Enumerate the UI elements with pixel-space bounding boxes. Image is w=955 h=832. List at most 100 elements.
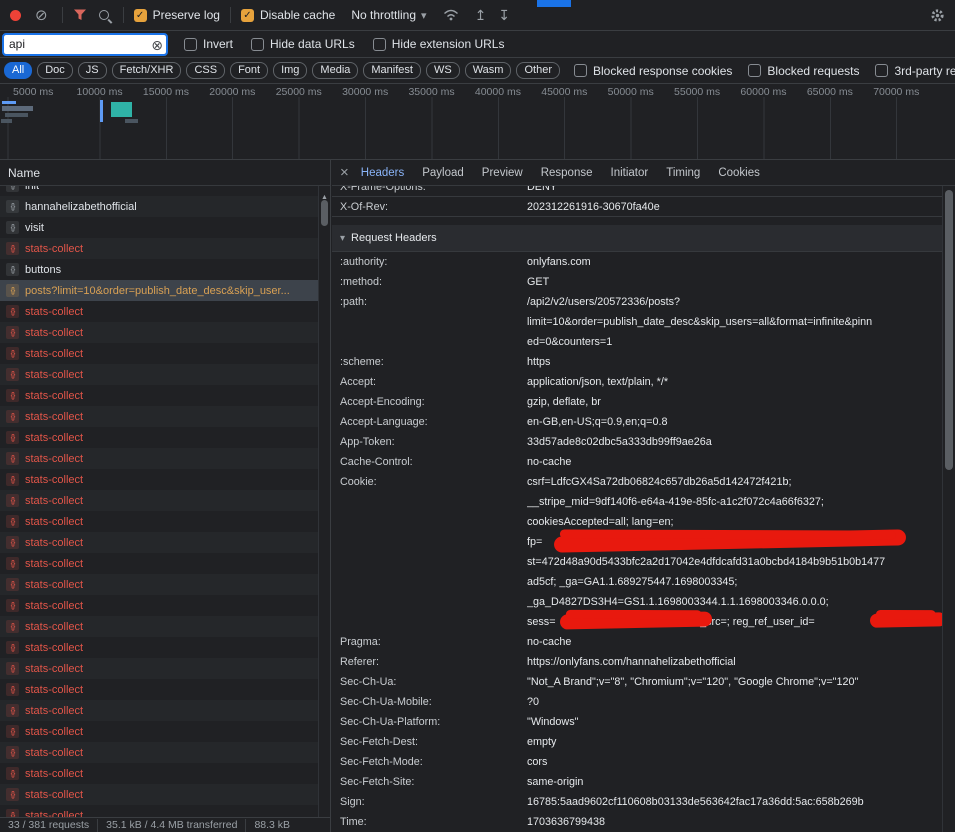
network-filter-input[interactable] (4, 35, 166, 54)
details-tab[interactable]: Initiator (611, 167, 649, 179)
filter-option-checkbox[interactable]: 3rd-party requests (875, 64, 955, 78)
timeline-overview[interactable]: 5000 ms10000 ms15000 ms20000 ms25000 ms3… (0, 84, 955, 160)
preserve-log-checkbox[interactable]: Preserve log (134, 8, 220, 22)
search-icon[interactable] (99, 10, 109, 20)
request-row[interactable]: stats-collect (0, 532, 318, 553)
details-tab[interactable]: Cookies (718, 167, 760, 179)
header-name: :authority: (332, 252, 527, 272)
request-row[interactable]: stats-collect (0, 238, 318, 259)
request-row[interactable]: stats-collect (0, 805, 318, 817)
request-row[interactable]: stats-collect (0, 406, 318, 427)
request-row[interactable]: stats-collect (0, 427, 318, 448)
details-tab[interactable]: Headers (361, 167, 404, 179)
request-row[interactable]: stats-collect (0, 679, 318, 700)
disable-cache-label: Disable cache (260, 8, 335, 22)
type-filter-chip[interactable]: JS (78, 62, 107, 79)
request-row[interactable]: hannahelizabethofficial (0, 196, 318, 217)
request-name: stats-collect (25, 516, 83, 528)
request-name: stats-collect (25, 642, 83, 654)
request-row[interactable]: stats-collect (0, 385, 318, 406)
request-type-icon (6, 683, 19, 696)
close-details-icon[interactable] (340, 165, 349, 180)
scrollbar-thumb[interactable] (945, 190, 953, 470)
type-filter-chip[interactable]: WS (426, 62, 460, 79)
request-row[interactable]: stats-collect (0, 343, 318, 364)
type-filter-chip[interactable]: Img (273, 62, 307, 79)
request-row[interactable]: stats-collect (0, 322, 318, 343)
request-row[interactable]: stats-collect (0, 553, 318, 574)
request-row[interactable]: stats-collect (0, 637, 318, 658)
request-type-icon (6, 662, 19, 675)
request-row[interactable]: stats-collect (0, 595, 318, 616)
hide-extension-urls-checkbox[interactable]: Hide extension URLs (373, 37, 505, 51)
request-row[interactable]: stats-collect (0, 469, 318, 490)
request-row[interactable]: stats-collect (0, 364, 318, 385)
hide-extension-urls-label: Hide extension URLs (392, 37, 505, 51)
header-value: ?0 (527, 692, 942, 712)
settings-gear-icon[interactable] (930, 8, 945, 23)
type-filter-chip[interactable]: Wasm (465, 62, 512, 79)
type-filter-chip[interactable]: Manifest (363, 62, 421, 79)
request-type-icon (6, 186, 19, 192)
type-filter-chip[interactable]: Doc (37, 62, 73, 79)
filter-toggle-button[interactable] (73, 9, 87, 21)
request-name: stats-collect (25, 684, 83, 696)
throttling-select[interactable]: No throttling (351, 8, 426, 22)
details-tab[interactable]: Response (541, 167, 593, 179)
hide-data-urls-checkbox[interactable]: Hide data URLs (251, 37, 355, 51)
name-column-header[interactable]: Name (0, 160, 330, 186)
request-type-icon (6, 305, 19, 318)
header-row: Pragma: no-cache (332, 632, 942, 652)
record-button[interactable] (10, 10, 21, 21)
type-filter-chip[interactable]: Font (230, 62, 268, 79)
filter-option-checkbox[interactable]: Blocked requests (748, 64, 859, 78)
details-scrollbar[interactable] (942, 186, 955, 832)
request-row[interactable]: init (0, 186, 318, 196)
type-filter-chip[interactable]: All (4, 62, 32, 79)
clear-network-log-button[interactable] (35, 6, 48, 24)
request-row[interactable]: stats-collect (0, 742, 318, 763)
request-row[interactable]: visit (0, 217, 318, 238)
request-row[interactable]: stats-collect (0, 448, 318, 469)
import-har-button[interactable] (475, 8, 487, 22)
request-row[interactable]: stats-collect (0, 784, 318, 805)
header-name: X-Frame-Options: (332, 186, 527, 196)
request-type-icon (6, 284, 19, 297)
checkbox-checked-icon (241, 9, 254, 22)
header-name: Accept: (332, 372, 527, 392)
clear-filter-icon[interactable] (151, 37, 163, 54)
type-filter-chip[interactable]: CSS (186, 62, 225, 79)
toolbar-separator (62, 7, 63, 23)
invert-label: Invert (203, 37, 233, 51)
request-row[interactable]: stats-collect (0, 763, 318, 784)
disable-cache-checkbox[interactable]: Disable cache (241, 8, 335, 22)
details-tab[interactable]: Timing (666, 167, 700, 179)
type-filter-chip[interactable]: Media (312, 62, 358, 79)
header-row: Sec-Fetch-Dest: empty (332, 732, 942, 752)
request-type-icon (6, 242, 19, 255)
invert-checkbox[interactable]: Invert (184, 37, 233, 51)
details-tab[interactable]: Preview (482, 167, 523, 179)
request-row[interactable]: posts?limit=10&order=publish_date_desc&s… (0, 280, 318, 301)
header-name: Sec-Ch-Ua-Mobile: (332, 692, 527, 712)
scrollbar-thumb[interactable] (321, 200, 328, 226)
request-row[interactable]: stats-collect (0, 721, 318, 742)
type-filter-chip[interactable]: Fetch/XHR (112, 62, 182, 79)
header-name: X-Of-Rev: (332, 197, 527, 216)
request-row[interactable]: stats-collect (0, 301, 318, 322)
checkbox-unchecked-icon (574, 64, 587, 77)
details-tab[interactable]: Payload (422, 167, 464, 179)
request-headers-section-header[interactable]: Request Headers (332, 225, 942, 252)
request-row[interactable]: buttons (0, 259, 318, 280)
request-row[interactable]: stats-collect (0, 574, 318, 595)
type-filter-chip[interactable]: Other (516, 62, 560, 79)
request-row[interactable]: stats-collect (0, 658, 318, 679)
request-list-scrollbar[interactable] (318, 186, 330, 817)
request-row[interactable]: stats-collect (0, 511, 318, 532)
network-conditions-icon[interactable] (443, 9, 459, 21)
request-row[interactable]: stats-collect (0, 700, 318, 721)
export-har-button[interactable] (498, 8, 510, 22)
request-row[interactable]: stats-collect (0, 490, 318, 511)
filter-option-checkbox[interactable]: Blocked response cookies (574, 64, 732, 78)
request-row[interactable]: stats-collect (0, 616, 318, 637)
